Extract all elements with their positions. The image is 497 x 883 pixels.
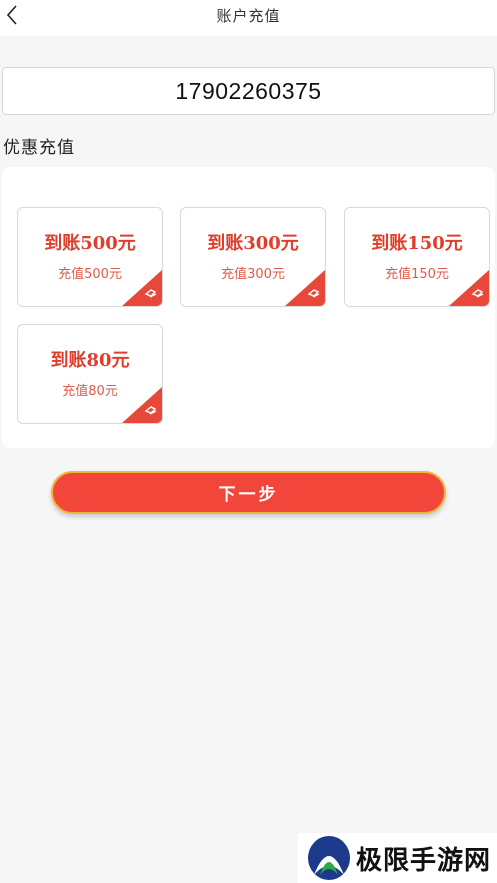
corner-badge-icon [122,270,162,306]
account-number: 17902260375 [175,77,322,104]
recharge-options-panel: 到账500元 充值500元 到账300元 充值300元 到账150元 充值150… [2,167,495,448]
top-bar: 账户充值 [0,0,497,36]
corner-badge-icon [122,387,162,423]
account-number-field[interactable]: 17902260375 [2,67,495,115]
next-step-label: 下一步 [218,485,279,505]
option-credit-label: 到账80元 [50,350,130,371]
watermark: 极限手游网 [298,833,497,883]
recharge-option-80[interactable]: 到账80元 充值80元 [17,324,163,424]
corner-badge-icon [449,270,489,306]
recharge-option-150[interactable]: 到账150元 充值150元 [344,207,490,307]
watermark-text: 极限手游网 [356,845,492,876]
option-credit-label: 到账500元 [44,233,136,254]
page-title: 账户充值 [216,7,281,25]
option-credit-label: 到账300元 [207,233,299,254]
recharge-option-300[interactable]: 到账300元 充值300元 [180,207,326,307]
corner-badge-icon [285,270,325,306]
option-credit-label: 到账150元 [371,233,463,254]
recharge-option-500[interactable]: 到账500元 充值500元 [17,207,163,307]
section-title: 优惠充值 [3,138,75,158]
next-step-button[interactable]: 下一步 [51,471,446,514]
site-logo-icon [308,836,350,880]
